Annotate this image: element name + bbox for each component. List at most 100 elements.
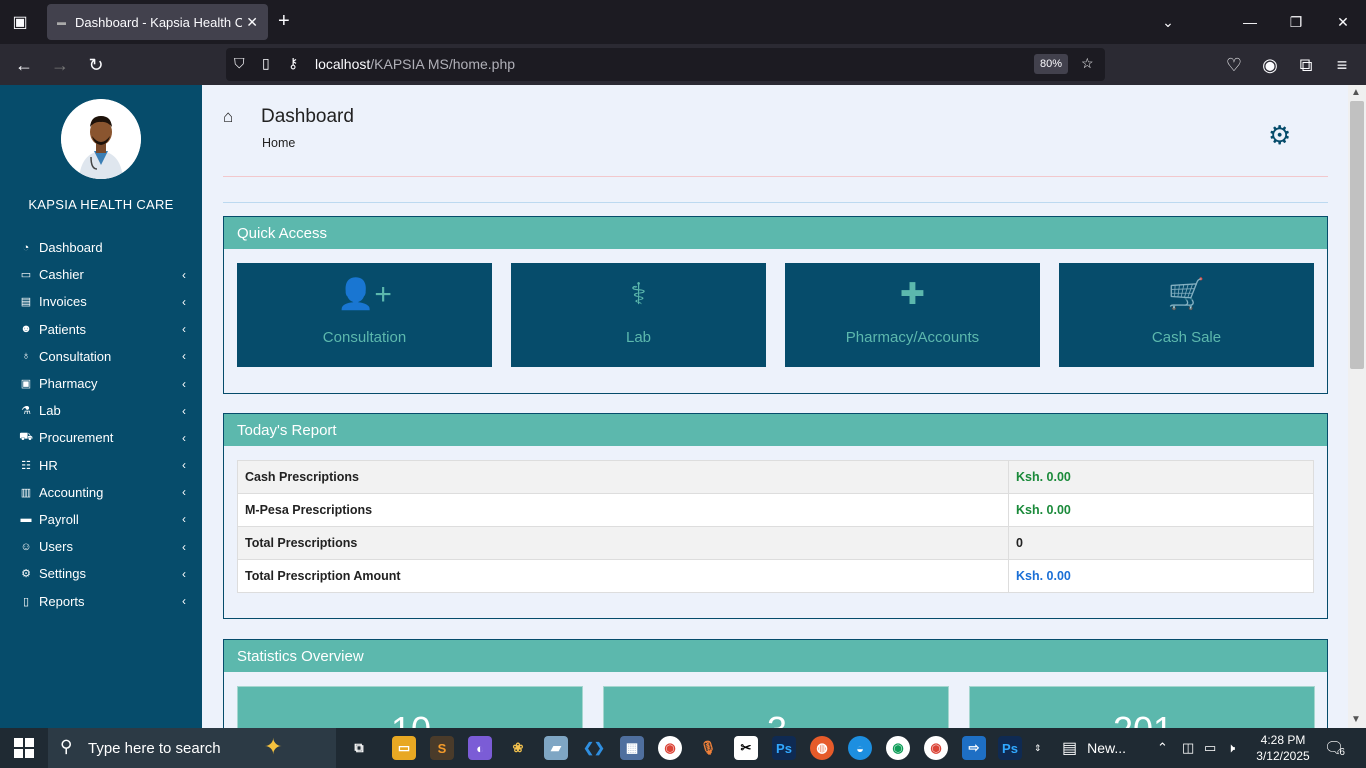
edge-icon[interactable]: ◒ [848, 736, 872, 760]
sidebar-item-reports[interactable]: ▯ Reports ‹ [0, 587, 202, 614]
stat-value: 3 [604, 709, 950, 728]
news-widget[interactable]: ▤ New... [1062, 728, 1126, 768]
zoom-indicator[interactable]: 80% [1034, 54, 1069, 74]
chevron-left-icon: ‹ [182, 512, 186, 527]
sidebar-item-invoices[interactable]: ▤ Invoices ‹ [0, 288, 202, 315]
sidebar-item-hr[interactable]: ☷ HR ‹ [0, 452, 202, 479]
sidebar-item-dashboard[interactable]: ◔ Dashboard [0, 234, 202, 261]
report-label: M-Pesa Prescriptions [237, 493, 1009, 527]
stethoscope-icon: ♁ [21, 350, 31, 363]
quick-access-tile-cash-sale[interactable]: 🛒 Cash Sale [1059, 263, 1314, 367]
sidebar-menu: ◔ Dashboard ▭ Cashier ‹ ▤ Invoices ‹ ☻ Patients ‹ ♁… [0, 234, 202, 615]
reload-icon[interactable]: ↻ [81, 50, 111, 80]
quick-access-label: Lab [625, 329, 652, 346]
sidebar-item-accounting[interactable]: ▥ Accounting ‹ [0, 479, 202, 506]
scroll-up-icon[interactable]: ▲ [1351, 87, 1361, 98]
file-explorer-icon[interactable]: ▭ [392, 736, 416, 760]
chevron-left-icon: ‹ [182, 485, 186, 500]
vscode-icon[interactable]: ❮❯ [582, 736, 606, 760]
extensions-icon[interactable]: ⧉ [1291, 50, 1321, 80]
url-bar[interactable]: ⛉ ▯ ⚷ localhost/KAPSIA MS/home.php 80% ☆ [226, 48, 1105, 81]
chevron-left-icon: ‹ [182, 294, 186, 309]
camera-icon[interactable]: ◫ [1182, 728, 1194, 768]
notifications-icon[interactable]: 🗨 6 [1324, 728, 1345, 768]
close-window-icon[interactable]: ✕ [1320, 0, 1366, 44]
sidebar-item-users[interactable]: ☺ Users ‹ [0, 533, 202, 560]
chrome-profile-icon[interactable]: ◉ [886, 736, 910, 760]
copilot-sparkle-icon[interactable]: ✦ [264, 734, 282, 760]
task-view-icon[interactable]: ⧉ [347, 736, 371, 760]
sidebar: KAPSIA HEALTH CARE ◔ Dashboard ▭ Cashier ‹ ▤ I… [0, 85, 202, 728]
scrollbar-thumb[interactable] [1350, 101, 1364, 369]
settings-gear-icon[interactable]: ⚙ [1268, 120, 1291, 151]
page-icon[interactable]: ▯ [262, 55, 270, 72]
copilot-icon[interactable]: ◐ [468, 736, 492, 760]
capcut-icon[interactable]: ✂ [734, 736, 758, 760]
notes-icon[interactable]: ▰ [544, 736, 568, 760]
minimize-icon[interactable]: — [1227, 0, 1273, 44]
brand-name: KAPSIA HEALTH CARE [28, 197, 174, 212]
medkit-icon: ✚ [899, 278, 926, 311]
content-area: ⌂ Dashboard Home ⚙ Quick Access 👤+ Consul… [202, 85, 1348, 728]
home-icon: ⌂ [223, 107, 234, 126]
photoshop-icon[interactable]: Ps [998, 736, 1022, 760]
firefox-icon[interactable]: ◍ [810, 736, 834, 760]
sidebar-item-label: Accounting [39, 484, 104, 500]
chevron-left-icon: ‹ [182, 539, 186, 554]
chevron-left-icon: ‹ [182, 594, 186, 609]
volume-icon[interactable]: 🕨 [1227, 728, 1235, 768]
account-icon[interactable]: ◉ [1255, 50, 1285, 80]
quick-access-tile-consultation[interactable]: 👤+ Consultation [237, 263, 492, 367]
taskbar-search[interactable]: ⚲ Type here to search ✦ [48, 728, 336, 768]
scroll-down-icon[interactable]: ▼ [1351, 714, 1361, 725]
sidebar-item-payroll[interactable]: ▬ Payroll ‹ [0, 506, 202, 533]
breadcrumb[interactable]: Home [262, 136, 295, 150]
photoshop-icon[interactable]: Ps [772, 736, 796, 760]
restore-icon[interactable]: ❐ [1273, 0, 1319, 44]
network-icon[interactable]: ▭ [1204, 728, 1216, 768]
chrome-icon[interactable]: ◉ [658, 736, 682, 760]
stat-card[interactable]: 10 [237, 686, 583, 728]
stat-card[interactable]: 3 [603, 686, 949, 728]
tab-list-icon[interactable]: ▣ [0, 0, 40, 44]
app-icon[interactable]: ▦ [620, 736, 644, 760]
browser-tab[interactable]: ▬ Dashboard - Kapsia Health Care ✕ [47, 4, 268, 40]
menu-icon[interactable]: ≡ [1327, 50, 1357, 80]
chrome-profile-icon[interactable]: ◉ [924, 736, 948, 760]
sidebar-item-lab[interactable]: ⚗ Lab ‹ [0, 397, 202, 424]
quick-access-tile-lab[interactable]: ⚕ Lab [511, 263, 766, 367]
stat-card[interactable]: 201 [969, 686, 1315, 728]
sidebar-item-consultation[interactable]: ♁ Consultation ‹ [0, 343, 202, 370]
quick-access-title: Quick Access [224, 217, 1327, 249]
user-icon: ☺ [20, 540, 32, 553]
microphone-icon[interactable]: 🎙 [696, 736, 720, 760]
chevron-left-icon: ‹ [182, 322, 186, 337]
pocket-icon[interactable]: ♡ [1219, 50, 1249, 80]
remote-app-icon[interactable]: ⇨ [962, 736, 986, 760]
invoice-icon: ▤ [20, 296, 32, 309]
bookmark-star-icon[interactable]: ☆ [1081, 55, 1094, 72]
new-tab-icon[interactable]: + [278, 10, 290, 33]
forward-icon[interactable]: → [45, 50, 75, 80]
windows-start-icon[interactable] [14, 738, 34, 758]
taskbar-clock[interactable]: 4:28 PM 3/12/2025 [1253, 732, 1313, 764]
todays-report-title: Today's Report [224, 414, 1327, 446]
quick-access-tile-pharmacy-accounts[interactable]: ✚ Pharmacy/Accounts [785, 263, 1040, 367]
sidebar-item-settings[interactable]: ⚙ Settings ‹ [0, 560, 202, 587]
shield-icon[interactable]: ⛉ [234, 55, 245, 72]
sidebar-item-patients[interactable]: ☻ Patients ‹ [0, 316, 202, 343]
sidebar-item-cashier[interactable]: ▭ Cashier ‹ [0, 261, 202, 288]
taskbar-scroll-icon[interactable]: ⇕ [1034, 728, 1042, 768]
app-icon[interactable]: ❀ [506, 736, 530, 760]
permissions-key-icon[interactable]: ⚷ [288, 55, 298, 72]
tray-expand-icon[interactable]: ⌃ [1157, 728, 1168, 768]
sidebar-item-procurement[interactable]: ⛟ Procurement ‹ [0, 424, 202, 451]
page-scrollbar[interactable]: ▲ ▼ [1348, 85, 1366, 728]
close-tab-icon[interactable]: ✕ [246, 14, 258, 31]
back-icon[interactable]: ← [9, 50, 39, 80]
sidebar-item-pharmacy[interactable]: ▣ Pharmacy ‹ [0, 370, 202, 397]
url-text[interactable]: localhost/KAPSIA MS/home.php [315, 56, 515, 72]
tab-overflow-chevron-icon[interactable]: ⌄ [1145, 0, 1191, 44]
medkit-icon: ▣ [20, 378, 32, 391]
sublime-text-icon[interactable]: S [430, 736, 454, 760]
